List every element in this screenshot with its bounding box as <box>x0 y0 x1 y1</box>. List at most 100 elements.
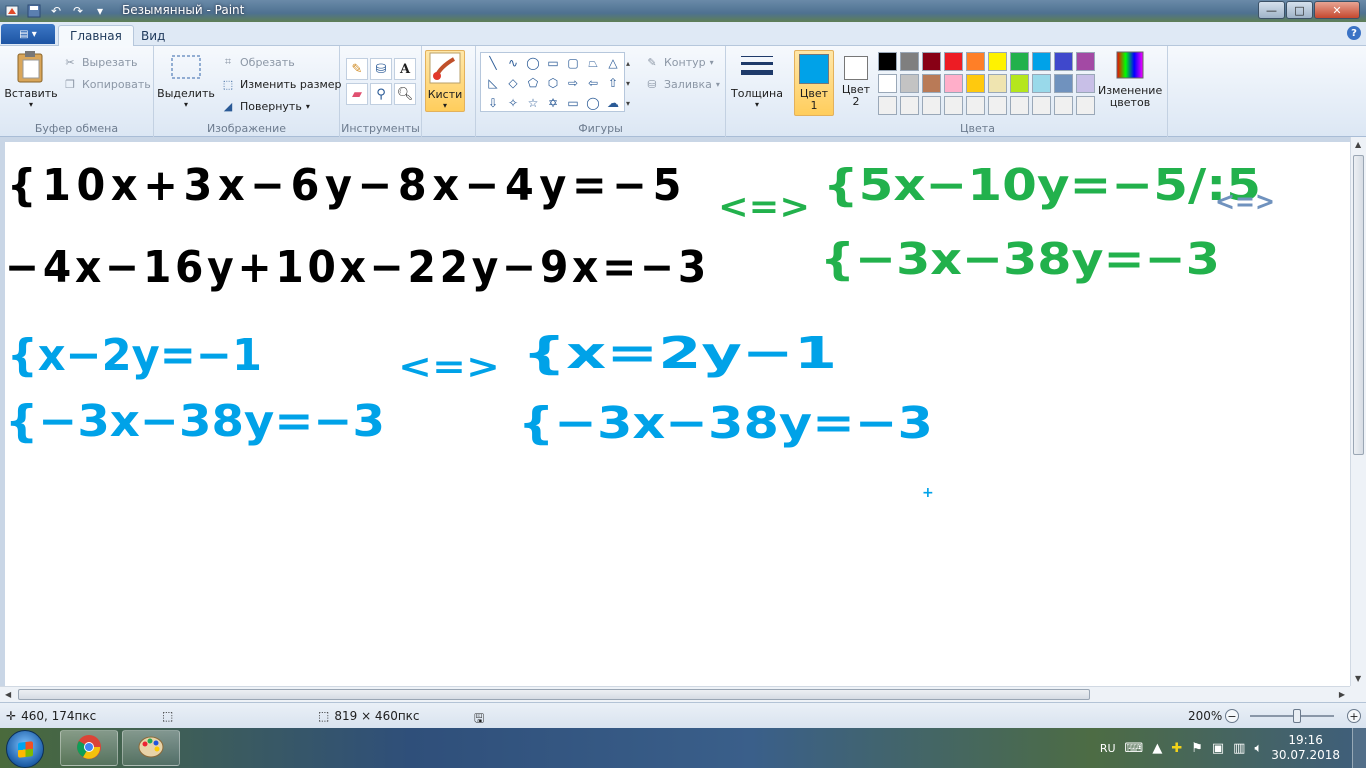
select-button[interactable]: Выделить ▾ <box>157 50 215 109</box>
right-arrow-icon[interactable]: ⇨ <box>563 73 583 93</box>
right-triangle-icon[interactable]: ◺ <box>483 73 503 93</box>
up-arrow-icon[interactable]: ⇧ <box>603 73 623 93</box>
network-icon[interactable]: ▥ <box>1233 741 1245 756</box>
cloud-callout-icon[interactable]: ☁ <box>603 93 623 113</box>
paint-menu-button[interactable]: ▤ ▾ <box>1 24 55 44</box>
six-point-star-icon[interactable]: ✡ <box>543 93 563 113</box>
edit-colors-button[interactable]: Изменение цветов <box>1094 50 1166 109</box>
triangle-icon[interactable]: △ <box>603 53 623 73</box>
horizontal-scrollbar[interactable]: ◀ ▶ <box>0 686 1350 702</box>
palette-swatch[interactable] <box>988 52 1007 71</box>
down-arrow-icon[interactable]: ⇩ <box>483 93 503 113</box>
fill-button[interactable]: ⛁ Заливка ▾ <box>644 76 719 92</box>
save-icon[interactable] <box>26 3 42 19</box>
palette-swatch[interactable] <box>1032 52 1051 71</box>
zoom-out-button[interactable]: − <box>1225 709 1239 723</box>
zoom-slider-thumb[interactable] <box>1293 709 1301 723</box>
palette-swatch[interactable] <box>944 74 963 93</box>
palette-swatch[interactable] <box>1054 52 1073 71</box>
shapes-gallery[interactable]: ╲ ∿ ◯ ▭ ▢ ⏢ △ ◺ ◇ ⬠ ⬡ ⇨ ⇦ ⇧ ⇩ ✧ ☆ ✡ ▭ ◯ … <box>480 52 625 112</box>
show-desktop-button[interactable] <box>1352 728 1366 768</box>
crop-button[interactable]: ⌗ Обрезать <box>220 54 295 70</box>
network-error-icon[interactable]: ▣ <box>1212 741 1224 756</box>
palette-swatch[interactable] <box>1032 74 1051 93</box>
cut-button[interactable]: ✂ Вырезать <box>62 54 137 70</box>
start-button[interactable] <box>6 730 44 768</box>
scroll-down-icon[interactable]: ▼ <box>1355 674 1361 683</box>
taskbar-paint[interactable] <box>122 730 180 766</box>
pencil-icon[interactable]: ✎ <box>346 58 368 80</box>
polygon-icon[interactable]: ⏢ <box>583 53 603 73</box>
oval-icon[interactable]: ◯ <box>523 53 543 73</box>
palette-swatch[interactable] <box>878 52 897 71</box>
volume-icon[interactable]: 🔈︎ <box>1254 741 1262 756</box>
text-tool-icon[interactable]: A <box>394 58 416 80</box>
four-point-star-icon[interactable]: ✧ <box>503 93 523 113</box>
scroll-up-icon[interactable]: ▲ <box>1355 140 1361 149</box>
eraser-icon[interactable]: ▰ <box>346 83 368 105</box>
palette-swatch[interactable] <box>1076 74 1095 93</box>
palette-swatch[interactable] <box>878 96 897 115</box>
update-icon[interactable]: ✚ <box>1171 741 1182 756</box>
palette-swatch[interactable] <box>922 74 941 93</box>
language-indicator[interactable]: RU <box>1100 742 1116 755</box>
palette-swatch[interactable] <box>966 96 985 115</box>
palette-swatch[interactable] <box>1010 74 1029 93</box>
shapes-scroll[interactable]: ▴ ▾ ▾ <box>626 54 630 114</box>
rounded-rectangle-icon[interactable]: ▢ <box>563 53 583 73</box>
left-arrow-icon[interactable]: ⇦ <box>583 73 603 93</box>
palette-swatch[interactable] <box>1010 96 1029 115</box>
magnifier-icon[interactable]: 🔍︎ <box>394 83 416 105</box>
palette-swatch[interactable] <box>922 52 941 71</box>
vertical-scroll-thumb[interactable] <box>1353 155 1364 455</box>
maximize-button[interactable]: □ <box>1286 1 1313 19</box>
customize-qat-icon[interactable]: ▾ <box>92 3 108 19</box>
flag-icon[interactable]: ⚑ <box>1191 741 1203 756</box>
redo-icon[interactable]: ↷ <box>70 3 86 19</box>
brushes-button[interactable]: Кисти ▾ <box>425 50 465 112</box>
palette-swatch[interactable] <box>922 96 941 115</box>
palette-swatch[interactable] <box>966 74 985 93</box>
tab-home[interactable]: Главная <box>58 25 134 46</box>
help-icon[interactable]: ? <box>1347 26 1361 40</box>
drawing-canvas[interactable]: {10x+3x−6y−8x−4y=−5 −4x−16y+10x−22y−9x=−… <box>5 142 1350 686</box>
fill-bucket-icon[interactable]: ⛁ <box>370 58 392 80</box>
copy-button[interactable]: ❐ Копировать <box>62 76 151 92</box>
rounded-callout-icon[interactable]: ▭ <box>563 93 583 113</box>
scroll-left-icon[interactable]: ◀ <box>5 690 11 699</box>
color2-button[interactable]: Цвет 2 <box>836 50 876 116</box>
line-icon[interactable]: ╲ <box>483 53 503 73</box>
taskbar-chrome[interactable] <box>60 730 118 766</box>
undo-icon[interactable]: ↶ <box>48 3 64 19</box>
color-picker-icon[interactable]: ⚲ <box>370 83 392 105</box>
palette-swatch[interactable] <box>1054 74 1073 93</box>
palette-swatch[interactable] <box>966 52 985 71</box>
palette-swatch[interactable] <box>900 52 919 71</box>
paste-button[interactable]: Вставить ▾ <box>4 50 58 109</box>
palette-swatch[interactable] <box>900 96 919 115</box>
horizontal-scroll-thumb[interactable] <box>18 689 1090 700</box>
curve-icon[interactable]: ∿ <box>503 53 523 73</box>
outline-button[interactable]: ✎ Контур ▾ <box>644 54 713 70</box>
zoom-slider[interactable] <box>1250 715 1334 717</box>
clock[interactable]: 19:16 30.07.2018 <box>1271 733 1340 763</box>
palette-swatch[interactable] <box>900 74 919 93</box>
diamond-icon[interactable]: ◇ <box>503 73 523 93</box>
palette-swatch[interactable] <box>944 96 963 115</box>
color1-button[interactable]: Цвет 1 <box>794 50 834 116</box>
palette-swatch[interactable] <box>988 96 1007 115</box>
oval-callout-icon[interactable]: ◯ <box>583 93 603 113</box>
palette-swatch[interactable] <box>1032 96 1051 115</box>
palette-swatch[interactable] <box>1076 52 1095 71</box>
resize-button[interactable]: ⬚ Изменить размер <box>220 76 342 92</box>
palette-swatch[interactable] <box>878 74 897 93</box>
palette-swatch[interactable] <box>1054 96 1073 115</box>
palette-swatch[interactable] <box>1010 52 1029 71</box>
rectangle-icon[interactable]: ▭ <box>543 53 563 73</box>
hexagon-icon[interactable]: ⬡ <box>543 73 563 93</box>
five-point-star-icon[interactable]: ☆ <box>523 93 543 113</box>
palette-swatch[interactable] <box>944 52 963 71</box>
keyboard-icon[interactable]: ⌨ <box>1125 741 1144 756</box>
minimize-button[interactable]: — <box>1258 1 1285 19</box>
zoom-in-button[interactable]: + <box>1347 709 1361 723</box>
